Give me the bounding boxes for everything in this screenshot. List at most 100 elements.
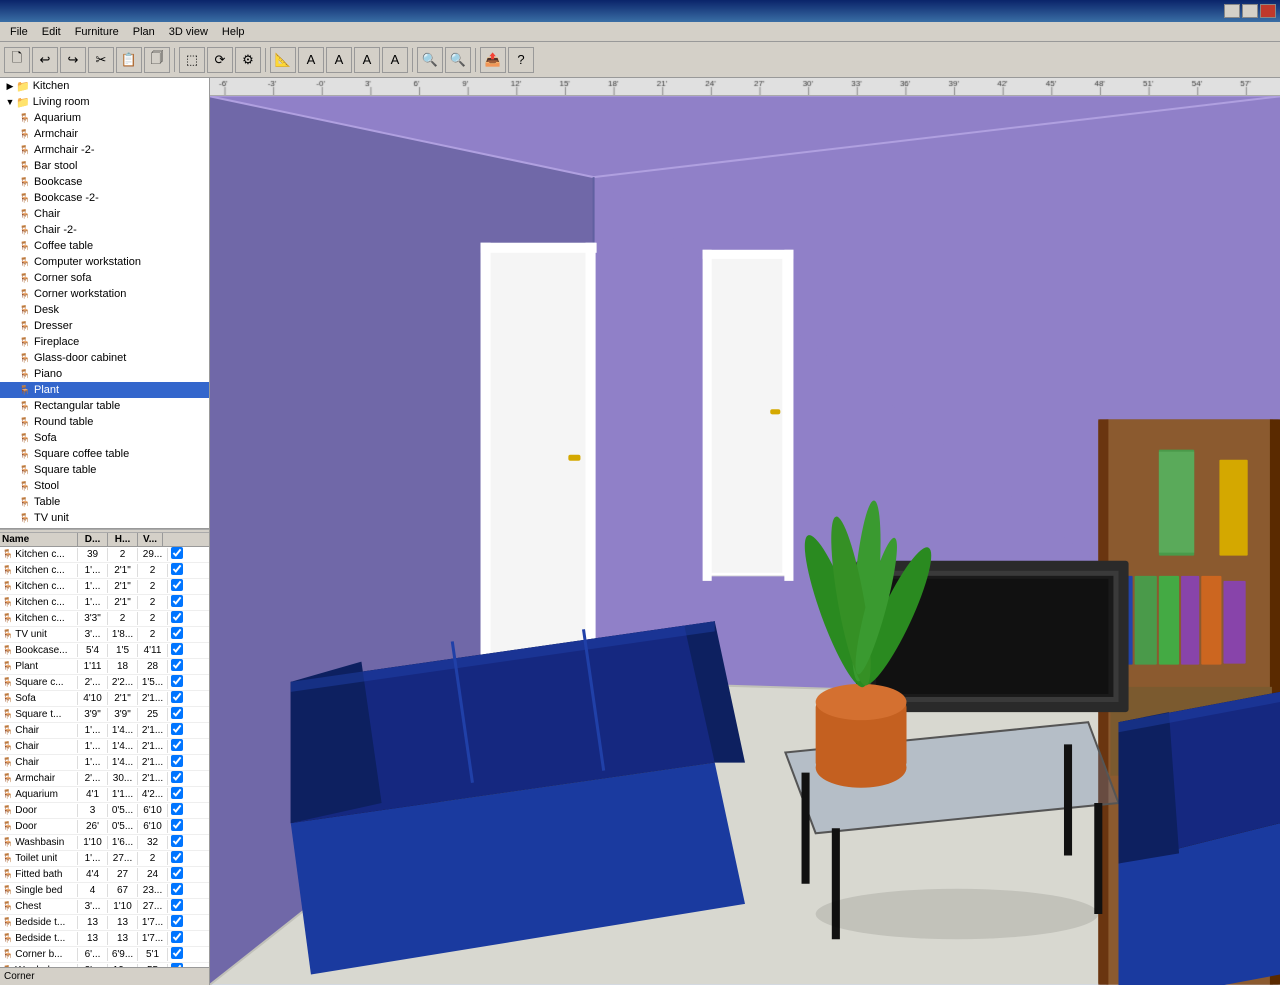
list-checkbox-10[interactable] xyxy=(168,706,186,723)
list-row-24[interactable]: 🪑Bedside t...13131'7... xyxy=(0,931,209,947)
tree-item-21[interactable]: 🪑Round table xyxy=(0,414,209,430)
tree-item-22[interactable]: 🪑Sofa xyxy=(0,430,209,446)
checkbox-input-17[interactable] xyxy=(171,819,183,831)
list-row-0[interactable]: 🪑Kitchen c...39229... xyxy=(0,547,209,563)
tree-item-13[interactable]: 🪑Corner workstation xyxy=(0,286,209,302)
menu-item-file[interactable]: File xyxy=(4,24,34,40)
list-checkbox-9[interactable] xyxy=(168,690,186,707)
list-checkbox-11[interactable] xyxy=(168,722,186,739)
toolbar-btn-11[interactable]: 📐 xyxy=(270,47,296,73)
checkbox-input-18[interactable] xyxy=(171,835,183,847)
tree-item-12[interactable]: 🪑Corner sofa xyxy=(0,270,209,286)
3d-scene[interactable] xyxy=(210,96,1280,985)
tree-item-6[interactable]: 🪑Bookcase xyxy=(0,174,209,190)
list-row-17[interactable]: 🪑Door26'0'5...6'10 xyxy=(0,819,209,835)
tree-item-27[interactable]: 🪑TV unit xyxy=(0,510,209,526)
list-checkbox-6[interactable] xyxy=(168,642,186,659)
menu-item-help[interactable]: Help xyxy=(216,24,251,40)
checkbox-input-9[interactable] xyxy=(171,691,183,703)
tree-item-23[interactable]: 🪑Square coffee table xyxy=(0,446,209,462)
tree-item-19[interactable]: 🪑Plant xyxy=(0,382,209,398)
list-row-23[interactable]: 🪑Bedside t...13131'7... xyxy=(0,915,209,931)
col-depth[interactable]: D... xyxy=(78,533,108,546)
list-checkbox-22[interactable] xyxy=(168,898,186,915)
list-row-1[interactable]: 🪑Kitchen c...1'...2'1"2 xyxy=(0,563,209,579)
checkbox-input-4[interactable] xyxy=(171,611,183,623)
checkbox-input-24[interactable] xyxy=(171,931,183,943)
view-area[interactable] xyxy=(210,78,1280,985)
tree-item-26[interactable]: 🪑Table xyxy=(0,494,209,510)
toolbar-btn-15[interactable]: A xyxy=(382,47,408,73)
toolbar-btn-20[interactable]: 📤 xyxy=(480,47,506,73)
list-row-14[interactable]: 🪑Armchair2'...30...2'1... xyxy=(0,771,209,787)
checkbox-input-15[interactable] xyxy=(171,787,183,799)
toolbar-btn-12[interactable]: A xyxy=(298,47,324,73)
tree-item-5[interactable]: 🪑Bar stool xyxy=(0,158,209,174)
tree-item-10[interactable]: 🪑Coffee table xyxy=(0,238,209,254)
tree-item-8[interactable]: 🪑Chair xyxy=(0,206,209,222)
tree-item-9[interactable]: 🪑Chair -2- xyxy=(0,222,209,238)
menu-item-plan[interactable]: Plan xyxy=(127,24,161,40)
toolbar-btn-2[interactable]: ↪ xyxy=(60,47,86,73)
tree-item-1[interactable]: ▼📁Living room xyxy=(0,94,209,110)
menu-item-furniture[interactable]: Furniture xyxy=(69,24,125,40)
tree-item-16[interactable]: 🪑Fireplace xyxy=(0,334,209,350)
tree-item-14[interactable]: 🪑Desk xyxy=(0,302,209,318)
tree-item-25[interactable]: 🪑Stool xyxy=(0,478,209,494)
tree-item-15[interactable]: 🪑Dresser xyxy=(0,318,209,334)
checkbox-input-3[interactable] xyxy=(171,595,183,607)
list-checkbox-23[interactable] xyxy=(168,914,186,931)
list-checkbox-3[interactable] xyxy=(168,594,186,611)
list-checkbox-7[interactable] xyxy=(168,658,186,675)
tree-item-0[interactable]: ▶📁Kitchen xyxy=(0,78,209,94)
tree-item-24[interactable]: 🪑Square table xyxy=(0,462,209,478)
list-checkbox-21[interactable] xyxy=(168,882,186,899)
list-row-11[interactable]: 🪑Chair1'...1'4...2'1... xyxy=(0,723,209,739)
list-checkbox-24[interactable] xyxy=(168,930,186,947)
tree-item-4[interactable]: 🪑Armchair -2- xyxy=(0,142,209,158)
checkbox-input-13[interactable] xyxy=(171,755,183,767)
tree-item-17[interactable]: 🪑Glass-door cabinet xyxy=(0,350,209,366)
checkbox-input-0[interactable] xyxy=(171,547,183,559)
list-checkbox-2[interactable] xyxy=(168,578,186,595)
checkbox-input-16[interactable] xyxy=(171,803,183,815)
menu-item-3d-view[interactable]: 3D view xyxy=(163,24,214,40)
checkbox-input-7[interactable] xyxy=(171,659,183,671)
list-checkbox-1[interactable] xyxy=(168,562,186,579)
tree-item-20[interactable]: 🪑Rectangular table xyxy=(0,398,209,414)
checkbox-input-19[interactable] xyxy=(171,851,183,863)
maximize-button[interactable] xyxy=(1242,4,1258,18)
checkbox-input-11[interactable] xyxy=(171,723,183,735)
list-row-10[interactable]: 🪑Square t...3'9"3'9"25 xyxy=(0,707,209,723)
list-checkbox-8[interactable] xyxy=(168,674,186,691)
list-checkbox-15[interactable] xyxy=(168,786,186,803)
toolbar-btn-0[interactable]: 🗋 xyxy=(4,47,30,73)
list-checkbox-18[interactable] xyxy=(168,834,186,851)
toolbar-btn-9[interactable]: ⚙ xyxy=(235,47,261,73)
list-row-4[interactable]: 🪑Kitchen c...3'3"22 xyxy=(0,611,209,627)
list-checkbox-14[interactable] xyxy=(168,770,186,787)
list-row-25[interactable]: 🪑Corner b...6'...6'9...5'1 xyxy=(0,947,209,963)
list-row-6[interactable]: 🪑Bookcase...5'41'54'11 xyxy=(0,643,209,659)
list-checkbox-13[interactable] xyxy=(168,754,186,771)
toolbar-btn-8[interactable]: ⟳ xyxy=(207,47,233,73)
list-checkbox-25[interactable] xyxy=(168,946,186,963)
list-row-18[interactable]: 🪑Washbasin1'101'6...32 xyxy=(0,835,209,851)
list-row-8[interactable]: 🪑Square c...2'...2'2...1'5... xyxy=(0,675,209,691)
checkbox-input-10[interactable] xyxy=(171,707,183,719)
toolbar-btn-1[interactable]: ↩ xyxy=(32,47,58,73)
list-checkbox-17[interactable] xyxy=(168,818,186,835)
list-row-20[interactable]: 🪑Fitted bath4'42724 xyxy=(0,867,209,883)
list-row-19[interactable]: 🪑Toilet unit1'...27...2 xyxy=(0,851,209,867)
list-checkbox-12[interactable] xyxy=(168,738,186,755)
list-checkbox-16[interactable] xyxy=(168,802,186,819)
list-row-12[interactable]: 🪑Chair1'...1'4...2'1... xyxy=(0,739,209,755)
list-row-21[interactable]: 🪑Single bed46723... xyxy=(0,883,209,899)
close-button[interactable] xyxy=(1260,4,1276,18)
list-row-7[interactable]: 🪑Plant1'111828 xyxy=(0,659,209,675)
list-checkbox-20[interactable] xyxy=(168,866,186,883)
list-row-13[interactable]: 🪑Chair1'...1'4...2'1... xyxy=(0,755,209,771)
checkbox-input-21[interactable] xyxy=(171,883,183,895)
list-row-22[interactable]: 🪑Chest3'...1'1027... xyxy=(0,899,209,915)
checkbox-input-1[interactable] xyxy=(171,563,183,575)
